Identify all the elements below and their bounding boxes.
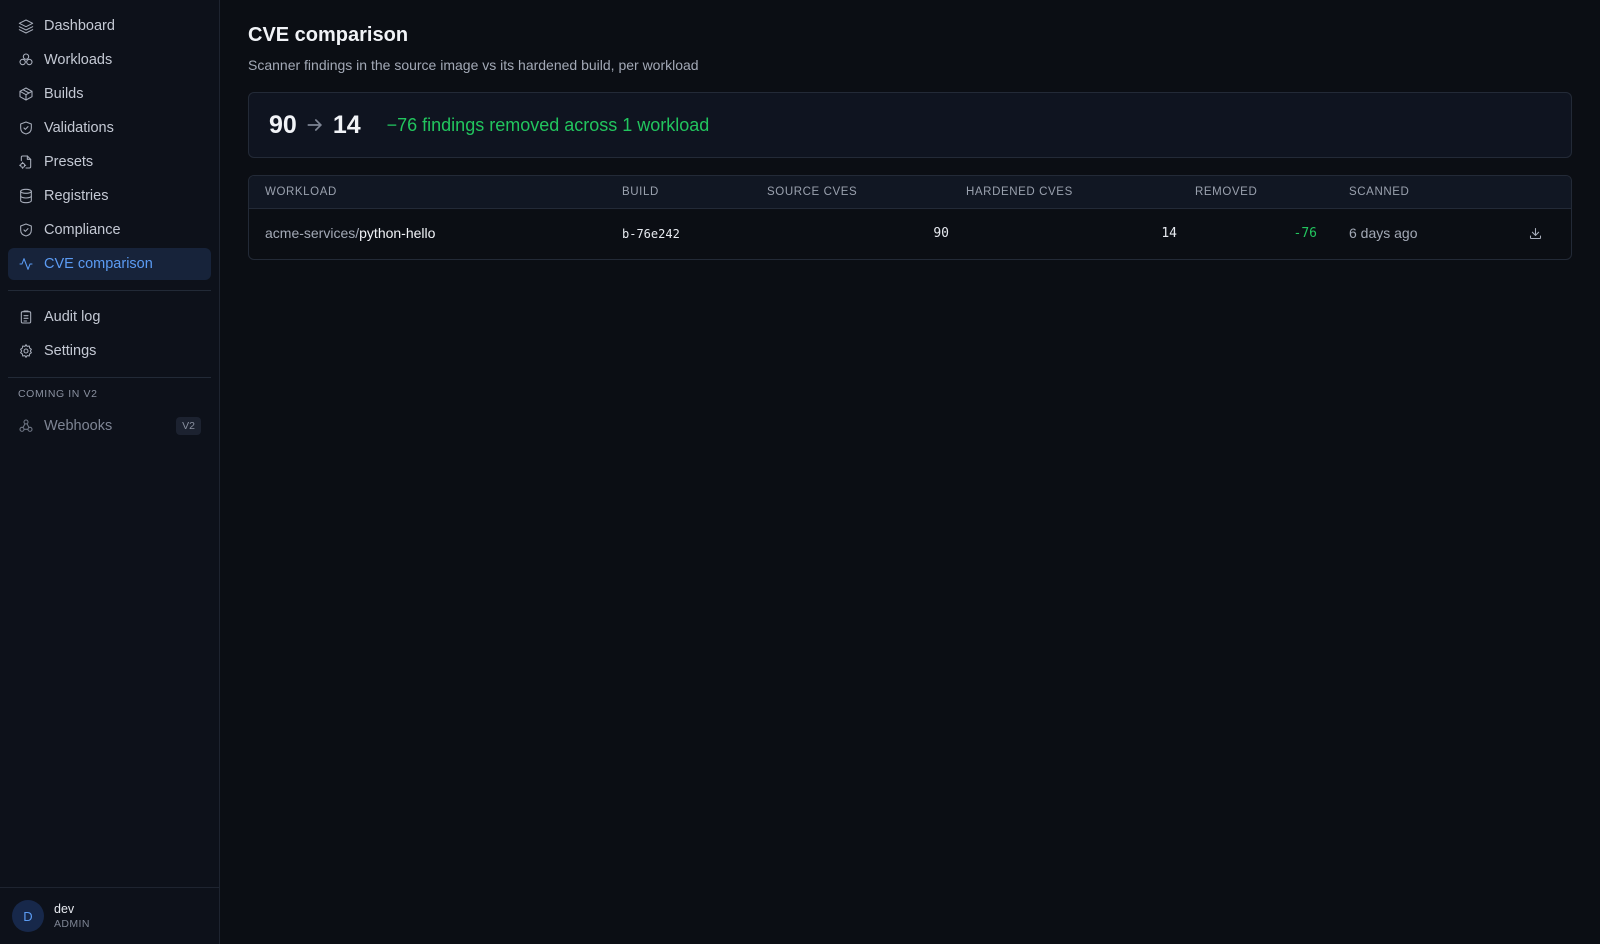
gear-icon [18, 343, 34, 359]
sidebar-item-cve-comparison[interactable]: CVE comparison [8, 248, 211, 280]
hardened-cves-value: 14 [1161, 226, 1177, 241]
sidebar-item-label: Settings [44, 343, 97, 359]
user-role: ADMIN [54, 918, 90, 930]
column-header-source-cves[interactable]: SOURCE CVES [767, 186, 857, 198]
table-header: WORKLOAD BUILD SOURCE CVES HARDENED CVES… [249, 176, 1571, 209]
shield-check-icon [18, 120, 34, 136]
sidebar-item-label: Registries [44, 188, 109, 204]
hardened-total: 14 [332, 110, 361, 139]
sidebar-item-workloads[interactable]: Workloads [8, 44, 211, 76]
sidebar-item-webhooks: Webhooks V2 [8, 410, 211, 442]
sidebar-item-audit-log[interactable]: Audit log [8, 301, 211, 333]
clipboard-list-icon [18, 309, 34, 325]
sidebar-item-presets[interactable]: Presets [8, 146, 211, 178]
sidebar-divider [8, 290, 211, 291]
sidebar-item-dashboard[interactable]: Dashboard [8, 10, 211, 42]
download-icon[interactable] [1528, 226, 1543, 244]
column-header-build[interactable]: BUILD [622, 186, 659, 198]
source-cves-value: 90 [933, 226, 949, 241]
package-icon [18, 86, 34, 102]
workload-cell: acme-services/python-hello [265, 225, 435, 241]
sidebar-item-label: Validations [44, 120, 114, 136]
cve-table: WORKLOAD BUILD SOURCE CVES HARDENED CVES… [248, 175, 1572, 260]
arrow-right-icon [305, 115, 325, 135]
column-header-workload[interactable]: WORKLOAD [265, 186, 337, 198]
sidebar-item-label: Audit log [44, 309, 101, 325]
scanned-time: 6 days ago [1349, 225, 1418, 241]
sidebar-item-label: Builds [44, 86, 84, 102]
sidebar-item-label: Presets [44, 154, 94, 170]
sidebar-item-compliance[interactable]: Compliance [8, 214, 211, 246]
user-info: dev ADMIN [54, 902, 90, 930]
sidebar-item-label: Webhooks [44, 418, 113, 434]
sidebar-item-label: Compliance [44, 222, 121, 238]
coming-section-label: COMING IN V2 [18, 388, 98, 400]
sidebar-item-settings[interactable]: Settings [8, 335, 211, 367]
column-header-hardened-cves[interactable]: HARDENED CVES [966, 186, 1073, 198]
workloads-icon [18, 52, 34, 68]
avatar: D [12, 900, 44, 932]
v2-badge: V2 [176, 416, 201, 436]
main-content: CVE comparison Scanner findings in the s… [248, 24, 1572, 260]
page-title: CVE comparison [248, 24, 409, 46]
database-icon [18, 188, 34, 204]
sidebar: Dashboard Workloads Builds Validations P… [0, 0, 220, 944]
workload-namespace: acme-services/ [265, 225, 360, 241]
sidebar-item-label: Workloads [44, 52, 113, 68]
sidebar-item-label: CVE comparison [44, 256, 153, 272]
layers-icon [18, 18, 34, 34]
sidebar-item-builds[interactable]: Builds [8, 78, 211, 110]
user-name: dev [54, 902, 75, 916]
summary-card: 90 14 −76 findings removed across 1 work… [248, 92, 1572, 158]
sidebar-item-label: Dashboard [44, 18, 115, 34]
user-profile[interactable]: D dev ADMIN [0, 887, 219, 944]
source-total: 90 [269, 110, 297, 139]
file-gear-icon [18, 154, 34, 170]
sidebar-divider [8, 377, 211, 378]
table-row[interactable]: acme-services/python-hello b-76e242 90 1… [249, 209, 1571, 259]
column-header-removed[interactable]: REMOVED [1195, 186, 1257, 198]
build-id[interactable]: b-76e242 [622, 227, 680, 241]
webhook-icon [18, 418, 34, 434]
activity-icon [18, 256, 34, 272]
sidebar-nav: Dashboard Workloads Builds Validations P… [0, 0, 219, 442]
removed-value: -76 [1293, 226, 1317, 241]
sidebar-item-validations[interactable]: Validations [8, 112, 211, 144]
sidebar-item-registries[interactable]: Registries [8, 180, 211, 212]
delta-summary: −76 findings removed across 1 workload [386, 114, 710, 135]
workload-name[interactable]: python-hello [359, 225, 435, 241]
shield-check-icon [18, 222, 34, 238]
column-header-scanned[interactable]: SCANNED [1349, 186, 1409, 198]
page-subtitle: Scanner findings in the source image vs … [248, 57, 699, 73]
